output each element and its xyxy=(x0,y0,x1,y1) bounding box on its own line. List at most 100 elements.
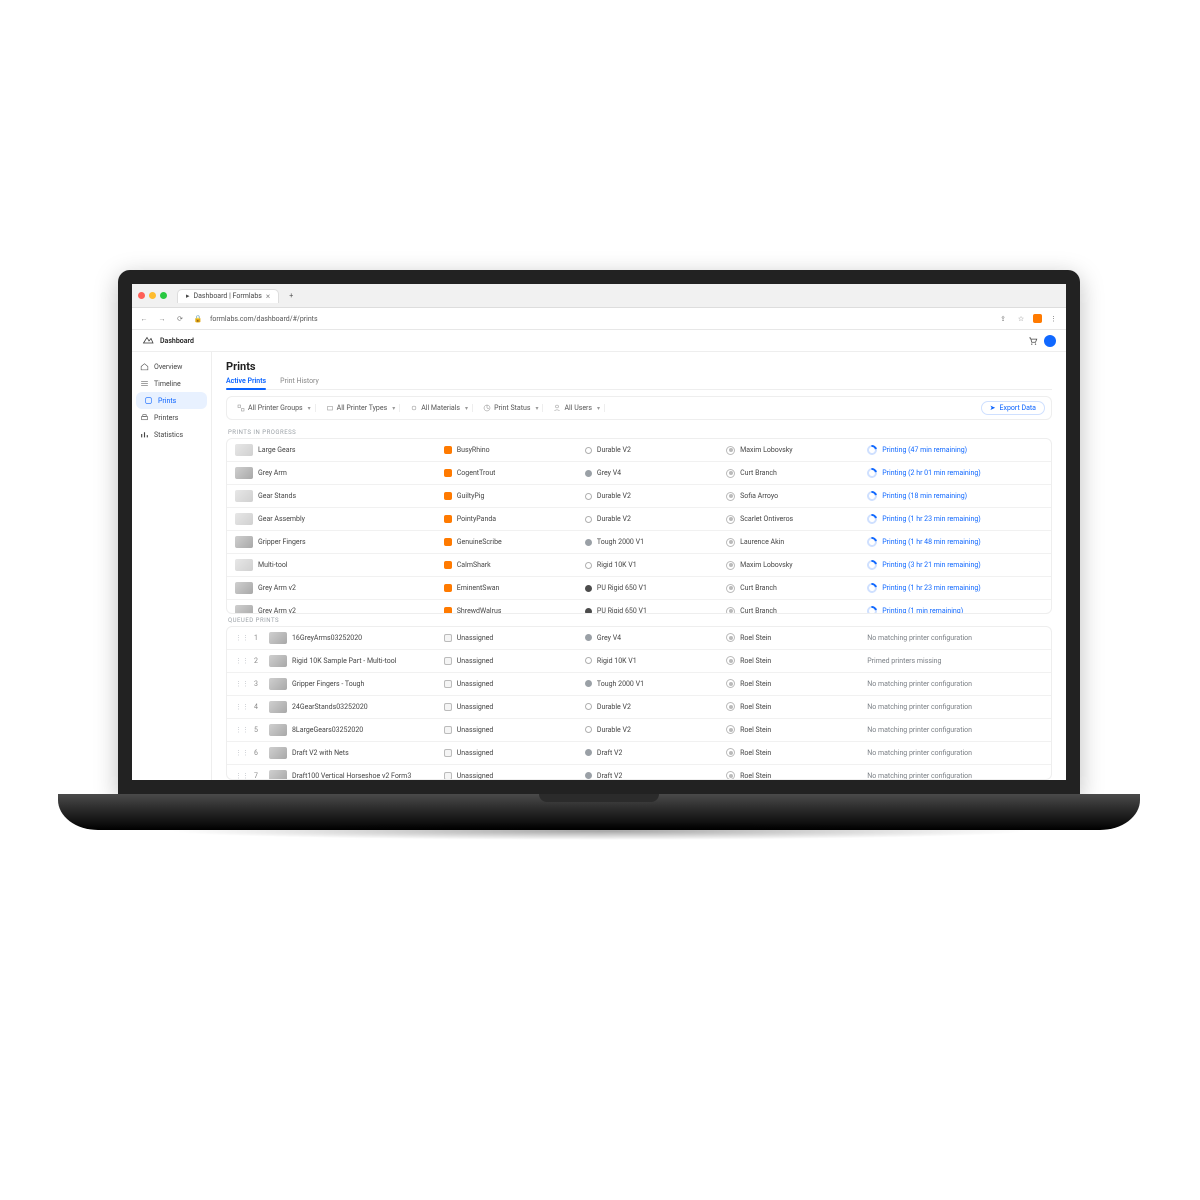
user-icon xyxy=(726,748,735,757)
status-cell: Printing (3 hr 21 min remaining) xyxy=(867,560,1043,570)
close-window-icon[interactable] xyxy=(138,292,145,299)
printer-status-icon xyxy=(444,446,452,454)
close-tab-icon[interactable]: × xyxy=(266,292,270,301)
chart-icon xyxy=(140,430,149,439)
printer-cell: ShrewdWalrus xyxy=(444,607,579,614)
filter-printer-types[interactable]: All Printer Types▾ xyxy=(322,404,401,412)
drag-handle-icon[interactable]: ⋮⋮ xyxy=(235,634,249,642)
star-icon[interactable]: ☆ xyxy=(1015,315,1027,323)
material-name: PU Rigid 650 V1 xyxy=(597,607,647,614)
main-content: Prints Active Prints Print History All P… xyxy=(212,352,1066,780)
export-data-button[interactable]: ➤ Export Data xyxy=(981,401,1045,415)
model-thumbnail-icon xyxy=(235,536,253,548)
printer-cell: CalmShark xyxy=(444,561,579,569)
drag-handle-icon[interactable]: ⋮⋮ xyxy=(235,657,249,665)
prints-icon xyxy=(144,396,153,405)
share-icon[interactable]: ⇪ xyxy=(997,315,1009,323)
tab-active-prints[interactable]: Active Prints xyxy=(226,377,266,389)
material-swatch-icon xyxy=(585,634,592,641)
new-tab-button[interactable]: + xyxy=(285,292,297,300)
table-row[interactable]: Large GearsBusyRhinoDurable V2Maxim Lobo… xyxy=(227,439,1051,462)
drag-handle-icon[interactable]: ⋮⋮ xyxy=(235,726,249,734)
material-icon xyxy=(410,404,418,412)
sidebar-item-timeline[interactable]: Timeline xyxy=(132,375,211,392)
user-icon xyxy=(726,656,735,665)
chevron-down-icon: ▾ xyxy=(392,405,395,412)
reload-icon[interactable]: ⟳ xyxy=(174,315,186,323)
drag-handle-icon[interactable]: ⋮⋮ xyxy=(235,772,249,780)
minimize-window-icon[interactable] xyxy=(149,292,156,299)
unassigned-icon xyxy=(444,726,452,734)
address-bar[interactable]: formlabs.com/dashboard/#/prints xyxy=(210,315,991,323)
user-name: Sofia Arroyo xyxy=(740,492,778,500)
filter-print-status[interactable]: Print Status▾ xyxy=(479,404,543,412)
sidebar-item-statistics[interactable]: Statistics xyxy=(132,426,211,443)
sidebar-item-prints[interactable]: Prints xyxy=(136,392,207,409)
material-swatch-icon xyxy=(585,585,592,592)
browser-menu-icon[interactable]: ⋮ xyxy=(1048,315,1060,323)
table-row[interactable]: Multi-toolCalmSharkRigid 10K V1Maxim Lob… xyxy=(227,554,1051,577)
print-name: 16GreyArms03252020 xyxy=(292,634,362,642)
table-row[interactable]: Grey ArmCogentTroutGrey V4Curt BranchPri… xyxy=(227,462,1051,485)
user-name: Roel Stein xyxy=(740,680,771,688)
user-cell: Roel Stein xyxy=(726,725,861,734)
print-name-cell: Grey Arm xyxy=(235,467,438,479)
table-row[interactable]: Gear AssemblyPointyPandaDurable V2Scarle… xyxy=(227,508,1051,531)
material-name: Tough 2000 V1 xyxy=(597,538,644,546)
material-swatch-icon xyxy=(585,470,592,477)
printer-cell: GenuineScribe xyxy=(444,538,579,546)
table-row[interactable]: ⋮⋮7Draft100 Vertical Horseshoe v2 Form3U… xyxy=(227,765,1051,780)
table-row[interactable]: ⋮⋮58LargeGears03252020UnassignedDurable … xyxy=(227,719,1051,742)
table-row[interactable]: Grey Arm v2 ShrewdWalrus PU Rigid 650 V1 Cu… xyxy=(227,600,1051,614)
drag-handle-icon[interactable]: ⋮⋮ xyxy=(235,703,249,711)
browser-tab[interactable]: ▸ Dashboard | Formlabs × xyxy=(177,289,279,303)
window-controls[interactable] xyxy=(138,292,167,299)
forward-icon[interactable]: → xyxy=(156,315,168,323)
material-swatch-icon xyxy=(585,726,592,733)
table-row[interactable]: ⋮⋮2Rigid 10K Sample Part - Multi-toolUna… xyxy=(227,650,1051,673)
status-text: Printing (1 hr 48 min remaining) xyxy=(882,538,980,546)
table-row[interactable]: Grey Arm v2EminentSwanPU Rigid 650 V1Cur… xyxy=(227,577,1051,600)
table-row[interactable]: ⋮⋮6Draft V2 with NetsUnassignedDraft V2R… xyxy=(227,742,1051,765)
tab-print-history[interactable]: Print History xyxy=(280,377,319,389)
sidebar-item-overview[interactable]: Overview xyxy=(132,358,211,375)
maximize-window-icon[interactable] xyxy=(160,292,167,299)
print-name-cell: ⋮⋮2Rigid 10K Sample Part - Multi-tool xyxy=(235,655,438,667)
filter-printer-groups[interactable]: All Printer Groups▾ xyxy=(233,404,316,412)
material-cell: Grey V4 xyxy=(585,469,720,477)
printer-name: Unassigned xyxy=(457,772,494,780)
status-text: Printing (1 hr 23 min remaining) xyxy=(882,515,980,523)
print-name-cell: Gripper Fingers xyxy=(235,536,438,548)
back-icon[interactable]: ← xyxy=(138,315,150,323)
table-row[interactable]: ⋮⋮424GearStands03252020UnassignedDurable… xyxy=(227,696,1051,719)
export-label: Export Data xyxy=(1000,404,1036,412)
model-thumbnail-icon xyxy=(235,582,253,594)
unassigned-icon xyxy=(444,680,452,688)
printer-name: CogentTrout xyxy=(457,469,496,477)
table-row[interactable]: ⋮⋮3Gripper Fingers - ToughUnassignedToug… xyxy=(227,673,1051,696)
cart-icon[interactable] xyxy=(1028,336,1038,346)
section-queued-header: QUEUED PRINTS xyxy=(228,617,1052,624)
sidebar: Overview Timeline Prints Printers xyxy=(132,352,212,780)
extension-icon[interactable] xyxy=(1033,314,1042,323)
material-cell: Durable V2 xyxy=(585,446,720,454)
filter-users[interactable]: All Users▾ xyxy=(549,404,605,412)
table-row[interactable]: ⋮⋮116GreyArms03252020UnassignedGrey V4Ro… xyxy=(227,627,1051,650)
drag-handle-icon[interactable]: ⋮⋮ xyxy=(235,680,249,688)
queue-index: 2 xyxy=(254,657,264,665)
printer-name: Unassigned xyxy=(457,634,494,642)
sidebar-item-printers[interactable]: Printers xyxy=(132,409,211,426)
progress-ring-icon xyxy=(865,443,879,457)
filter-materials[interactable]: All Materials▾ xyxy=(406,404,473,412)
print-name-cell: Grey Arm v2 xyxy=(235,605,438,614)
progress-ring-icon xyxy=(865,512,879,526)
user-cell: Curt Branch xyxy=(726,607,861,614)
table-row[interactable]: Gear StandsGuiltyPigDurable V2Sofia Arro… xyxy=(227,485,1051,508)
drag-handle-icon[interactable]: ⋮⋮ xyxy=(235,749,249,757)
material-cell: Durable V2 xyxy=(585,515,720,523)
table-row[interactable]: Gripper Fingers GenuineScribe Tough 2000 V… xyxy=(227,531,1051,554)
user-avatar[interactable] xyxy=(1044,335,1056,347)
user-name: Roel Stein xyxy=(740,703,771,711)
printer-name: GenuineScribe xyxy=(457,538,502,546)
app-header: Dashboard xyxy=(132,330,1066,352)
